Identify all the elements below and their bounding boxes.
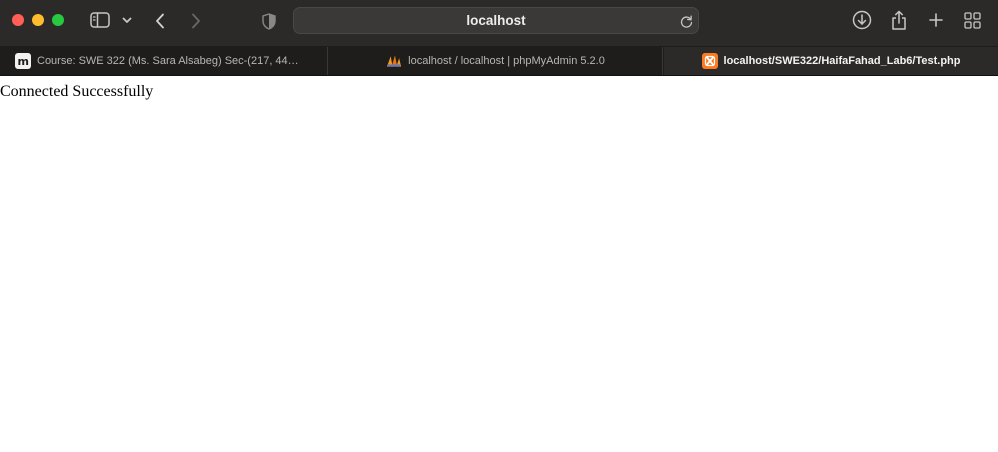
- minimize-window-button[interactable]: [32, 14, 44, 26]
- plus-icon[interactable]: [927, 11, 945, 29]
- tab-label: localhost / localhost | phpMyAdmin 5.2.0: [408, 55, 605, 67]
- address-text[interactable]: localhost: [294, 8, 698, 33]
- tab-bar: m Course: SWE 322 (Ms. Sara Alsabeg) Sec…: [0, 46, 998, 76]
- forward-icon[interactable]: [188, 11, 204, 31]
- tab-label: Course: SWE 322 (Ms. Sara Alsabeg) Sec-(…: [37, 55, 299, 67]
- tab-phpmyadmin[interactable]: localhost / localhost | phpMyAdmin 5.2.0: [329, 47, 663, 75]
- phpmyadmin-icon: [386, 53, 402, 69]
- address-bar[interactable]: localhost: [293, 7, 699, 34]
- zoom-window-button[interactable]: [52, 14, 64, 26]
- tab-test-php[interactable]: localhost/SWE322/HaifaFahad_Lab6/Test.ph…: [664, 47, 998, 75]
- tab-label: localhost/SWE322/HaifaFahad_Lab6/Test.ph…: [723, 55, 961, 67]
- close-window-button[interactable]: [12, 14, 24, 26]
- download-icon[interactable]: [852, 10, 872, 30]
- back-icon[interactable]: [152, 11, 168, 31]
- moodle-icon: m: [15, 53, 31, 69]
- connection-status-text: Connected Successfully: [0, 83, 154, 100]
- tab-course[interactable]: m Course: SWE 322 (Ms. Sara Alsabeg) Sec…: [0, 47, 328, 75]
- reload-icon[interactable]: [679, 14, 693, 28]
- page-content: Connected Successfully: [0, 76, 998, 452]
- share-icon[interactable]: [890, 9, 908, 31]
- xampp-icon: [701, 53, 718, 69]
- sidebar-icon[interactable]: [89, 11, 111, 29]
- tab-overview-icon[interactable]: [963, 11, 981, 29]
- browser-toolbar: localhost: [0, 0, 998, 46]
- chevron-down-icon[interactable]: [121, 15, 133, 25]
- shield-icon[interactable]: [261, 11, 277, 31]
